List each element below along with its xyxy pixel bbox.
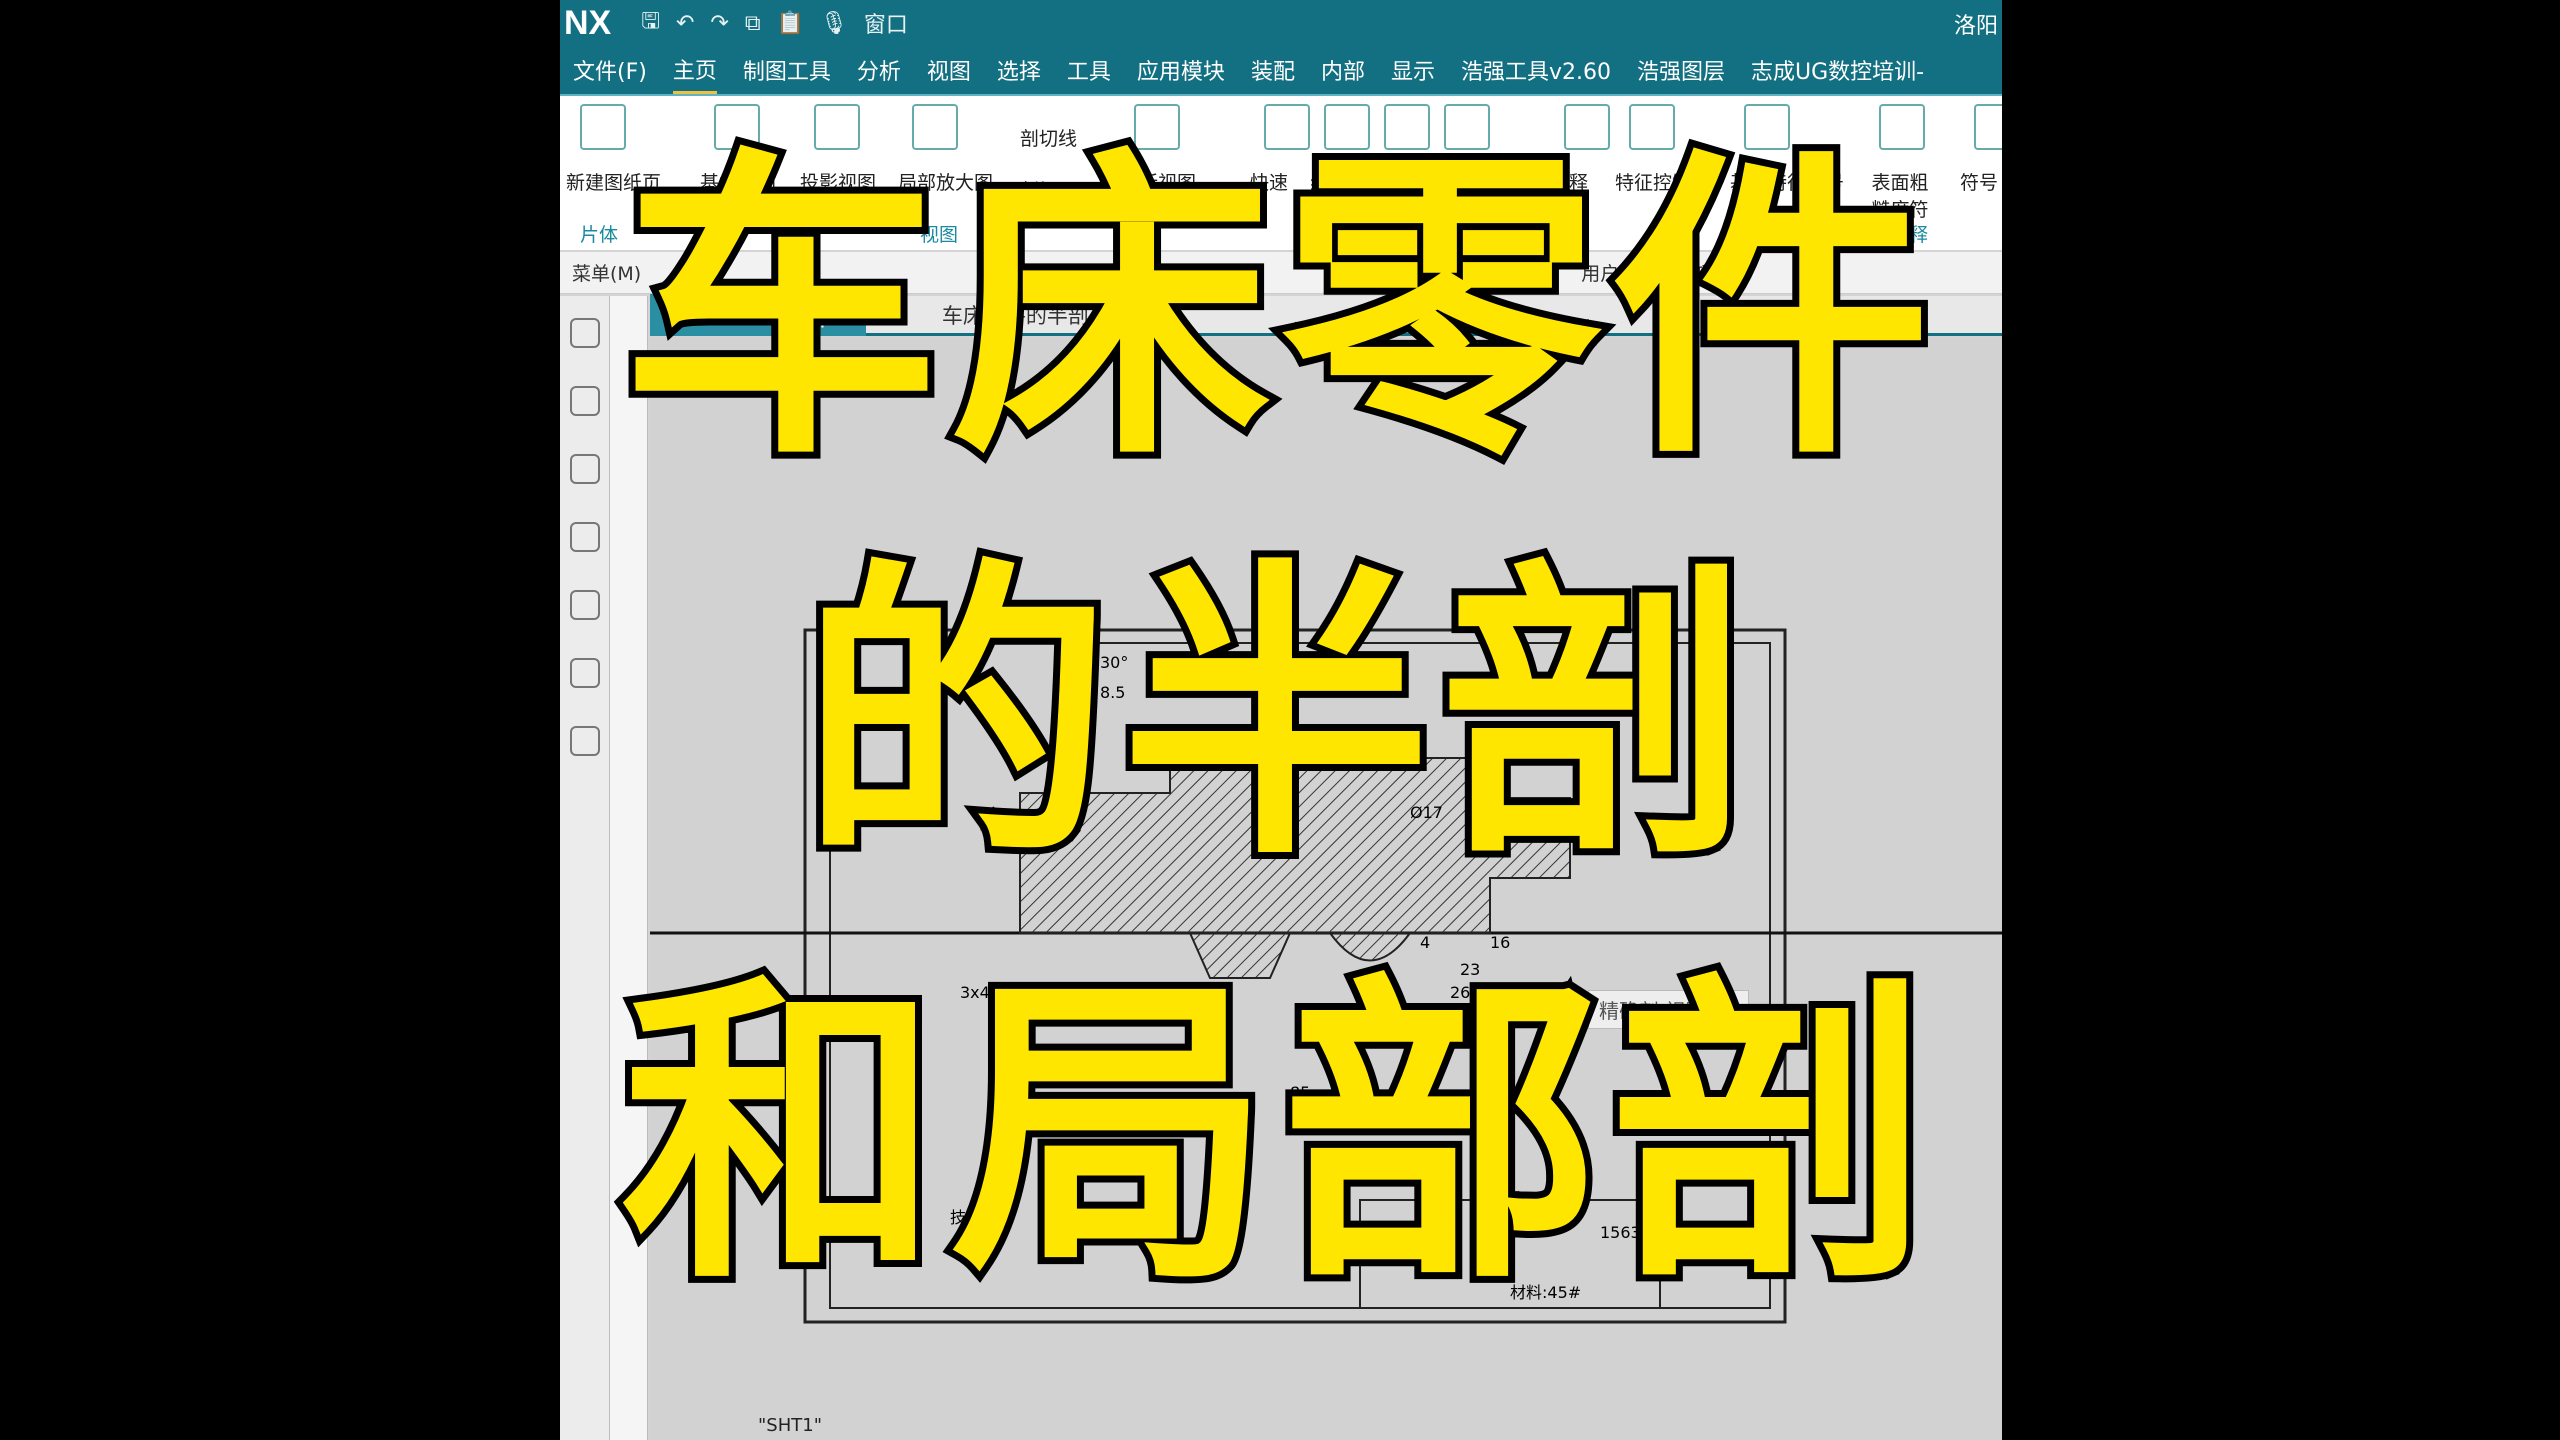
reuse-library-icon[interactable] [569, 522, 600, 552]
menu-bar: 文件(F) 主页 制图工具 分析 视图 选择 工具 应用模块 装配 内部 显示 浩强工具v2.60 浩强… [560, 46, 2002, 94]
menu-item[interactable]: 装配 [1251, 48, 1295, 92]
menu-item[interactable]: 应用模块 [1137, 48, 1225, 92]
menu-item[interactable]: 工具 [1067, 48, 1111, 92]
overlay-title-line1: 车床零件 [614, 122, 1941, 497]
menu-item[interactable]: 主页 [672, 47, 717, 94]
sheet-name: "SHT1" [758, 1415, 822, 1436]
undo-icon[interactable]: ↶ [676, 11, 694, 36]
title-bar: NX 🖫 ↶ ↷ ⧉ 📋 🎙 窗口 洛阳 [560, 0, 2002, 46]
menu-item[interactable]: 浩强图层 [1637, 48, 1725, 92]
menu-item[interactable]: 制图工具 [743, 48, 831, 92]
new-sheet-icon [580, 104, 626, 150]
copy-icon[interactable]: ⧉ [745, 11, 761, 36]
window-menu[interactable]: 窗口 [864, 7, 908, 39]
save-icon[interactable]: 🖫 [641, 4, 660, 42]
overlay-title-line2: 的半剖 [794, 533, 1761, 897]
paste-icon[interactable]: 📋 [777, 11, 804, 36]
menu-item[interactable]: 文件(F) [573, 48, 647, 92]
nx-window: NX 🖫 ↶ ↷ ⧉ 📋 🎙 窗口 洛阳 文件(F) 主页 制图工具 分析 视图 选择 工具… [560, 0, 2002, 1440]
menu-item[interactable]: 显示 [1391, 48, 1435, 92]
nx-logo: NX [564, 3, 612, 42]
overlay-title-line3: 和局部剖 [614, 947, 1941, 1322]
menu-item[interactable]: 视图 [927, 48, 971, 92]
redo-icon[interactable]: ↷ [710, 11, 728, 36]
menu-item[interactable]: 浩强工具v2.60 [1461, 48, 1611, 92]
menu-item[interactable]: 志成UG数控培训- [1751, 48, 1924, 92]
mic-icon[interactable]: 🎙 [820, 11, 848, 36]
menu-item[interactable]: 分析 [857, 48, 901, 92]
menu-item[interactable]: 内部 [1321, 48, 1365, 92]
title-text: 洛阳 [1953, 14, 1998, 39]
menu-item[interactable]: 选择 [997, 48, 1041, 92]
symbol-icon [1974, 104, 2002, 150]
